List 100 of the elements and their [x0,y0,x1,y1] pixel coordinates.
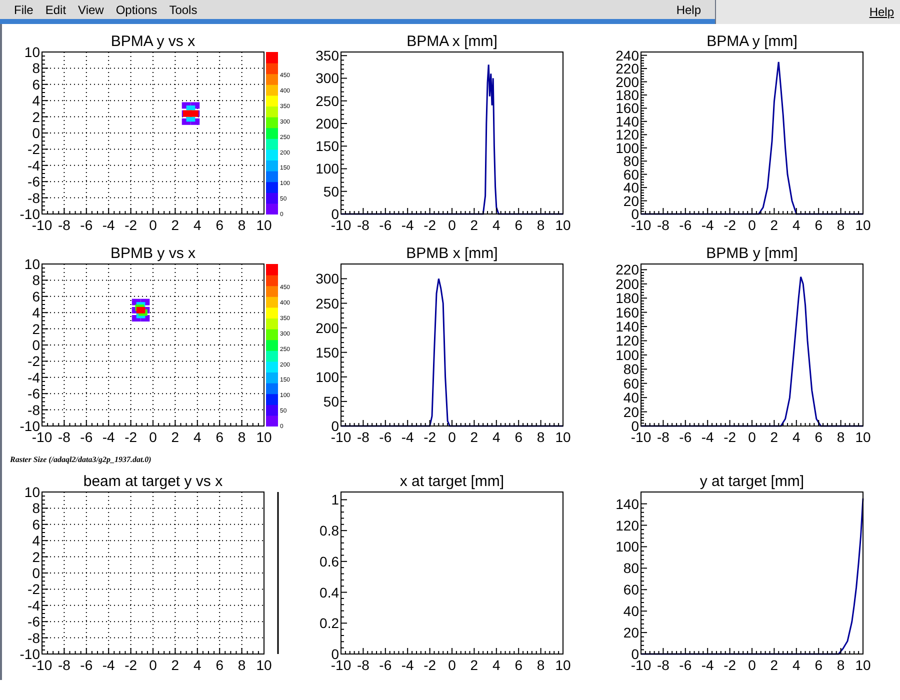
tick-label: 150 [316,138,340,154]
caption: Raster Size (/adaql2/data3/g2p_1937.dat.0) [10,454,152,466]
tick-label: 240 [615,47,639,64]
tick-label: 20 [623,624,639,641]
tick-label: 8 [32,60,40,76]
tick-label: 4 [32,304,40,321]
tick-label: 2 [32,320,40,337]
tick-label: -4 [102,217,115,233]
tick-label: 6 [32,288,40,304]
tick-label: 8 [238,429,246,445]
tick-label: 0.4 [320,584,340,600]
tick-label: -4 [402,657,414,673]
tick-label: 4 [32,532,40,549]
tick-label: 150 [316,344,340,360]
tick-label: 0 [630,206,639,222]
menu-item[interactable]: View [72,0,110,18]
tick-label: 8 [537,657,546,673]
tick-label: -4 [28,157,40,174]
menu-item[interactable]: Edit [39,0,72,18]
tick-label: 4 [492,657,501,673]
tick-label: 10 [854,217,870,233]
tick-label: 6 [814,217,822,233]
tick-label: -8 [357,657,370,673]
tick-label: 40 [623,603,639,620]
tick-label: 250 [316,92,340,109]
tick-label: -2 [723,429,736,445]
tick-label: -8 [58,429,70,445]
tick-label: -6 [80,429,93,445]
tick-label: 0 [149,429,157,445]
tick-label: -2 [28,581,40,598]
tick-label: 6 [515,217,523,233]
tick-label: 4 [792,429,800,445]
tick-label: 0 [32,337,40,353]
tick-label: 2 [171,657,180,673]
tick-label: 2 [171,429,180,445]
menu-item[interactable]: Tools [163,0,204,18]
tick-label: -2 [723,217,736,233]
tick-label: -4 [402,429,414,445]
tick-label: 50 [324,183,340,200]
help-menu[interactable]: Help [869,3,894,21]
tick-label: -8 [58,657,70,673]
tick-label: -6 [380,217,392,233]
tick-label: 2 [470,217,478,233]
tick-label: -6 [678,429,692,445]
tick-label: -2 [124,657,138,673]
tick-label: 4 [32,92,40,109]
tick-label: 10 [256,657,272,673]
tick-label: 4 [792,657,800,673]
tick-label: 8 [537,217,546,233]
tick-label: -8 [58,217,70,233]
tick-label: 8 [836,657,844,673]
tick-label: 0 [448,217,456,233]
tick-label: -4 [102,429,115,445]
tick-label: 0.2 [320,615,340,632]
chart-title: beam at target y vs x [83,473,223,490]
tick-label: 160 [615,304,639,320]
tick-label: 140 [615,318,639,335]
tick-label: 100 [316,368,340,385]
tick-label: -6 [80,657,93,673]
tick-label: 0.8 [320,522,340,539]
tick-label: 100 [316,160,340,177]
tick-label: 4 [492,217,501,233]
tick-label: 10 [854,429,870,445]
tick-label: -8 [656,429,670,445]
tick-label: -2 [424,657,436,673]
tick-label: 0 [448,657,456,673]
tick-label: -6 [80,217,93,233]
tick-label: -8 [656,657,670,673]
tick-label: 100 [615,538,639,555]
tick-label: 200 [316,320,340,336]
tick-label: -2 [723,657,736,673]
tick-label: 8 [537,429,546,445]
chart-title: BPMA y [mm] [706,33,798,50]
tick-label: -2 [124,429,138,445]
tick-label: -2 [28,141,40,158]
tick-label: -4 [28,369,40,386]
tick-label: 10 [556,217,572,233]
tick-label: 4 [194,429,202,445]
tick-label: 2 [770,429,778,445]
menu-item[interactable]: File [8,0,40,18]
chart-title: BPMB y [mm] [706,245,798,262]
tick-label: -2 [424,217,436,233]
tick-label: 8 [238,657,246,673]
tick-label: 6 [515,429,523,445]
tick-label: 10 [256,217,272,233]
tick-label: 10 [256,429,272,445]
tick-label: -8 [28,402,40,418]
tick-label: 120 [615,517,639,534]
tick-label: 10 [24,44,40,60]
tick-label: 80 [623,560,639,576]
tick-label: 0 [748,217,756,233]
tick-label: 6 [814,657,822,673]
tick-label: 4 [792,217,800,233]
tick-label: -10 [20,206,40,222]
tick-label: 6 [216,657,224,673]
help-menu[interactable]: Help [670,0,707,18]
menu-item[interactable]: Options [110,0,164,18]
tick-label: 6 [216,217,224,233]
tick-label: -8 [357,217,370,233]
tick-label: -4 [701,217,714,233]
